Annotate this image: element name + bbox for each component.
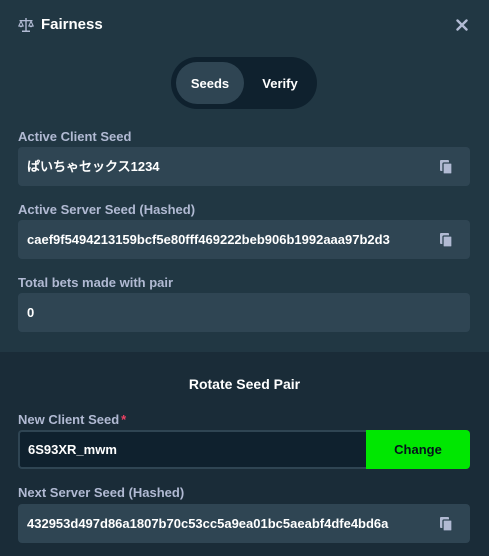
fairness-modal: Fairness Seeds Verify Active Client Seed…: [0, 0, 489, 556]
modal-header: Fairness: [0, 0, 489, 50]
rotate-seed-section: Rotate Seed Pair New Client Seed* Change…: [0, 352, 489, 556]
total-bets-field: 0: [18, 293, 470, 332]
required-marker: *: [121, 412, 127, 427]
scales-icon: [18, 18, 34, 32]
active-server-seed-value: caef9f5494213159bcf5e80fff469222beb906b1…: [27, 232, 390, 247]
active-server-seed-field[interactable]: caef9f5494213159bcf5e80fff469222beb906b1…: [18, 220, 470, 259]
new-client-seed-group: Change: [18, 430, 470, 469]
next-server-seed-field[interactable]: 432953d497d86a1807b70c53cc5a9ea01bc5aeab…: [18, 504, 470, 543]
modal-title: Fairness: [41, 16, 103, 33]
copy-icon[interactable]: [438, 516, 454, 532]
new-client-seed-label-text: New Client Seed: [18, 412, 120, 427]
active-client-seed-label: Active Client Seed: [18, 129, 132, 144]
active-server-seed-label: Active Server Seed (Hashed): [18, 202, 196, 217]
seed-verify-tabs: Seeds Verify: [171, 57, 317, 109]
tab-seeds[interactable]: Seeds: [176, 62, 244, 104]
total-bets-label: Total bets made with pair: [18, 275, 174, 290]
rotate-seed-title: Rotate Seed Pair: [188, 376, 301, 392]
copy-icon[interactable]: [438, 232, 454, 248]
new-client-seed-label: New Client Seed *: [18, 412, 126, 427]
total-bets-value: 0: [27, 305, 35, 320]
next-server-seed-value: 432953d497d86a1807b70c53cc5a9ea01bc5aeab…: [27, 516, 389, 531]
tab-verify[interactable]: Verify: [248, 62, 312, 104]
close-icon: [456, 19, 468, 31]
copy-icon[interactable]: [438, 159, 454, 175]
active-client-seed-field[interactable]: ぱいちゃセックス1234: [18, 147, 470, 186]
change-button[interactable]: Change: [366, 430, 470, 469]
next-server-seed-label: Next Server Seed (Hashed): [18, 485, 185, 500]
active-client-seed-value: ぱいちゃセックス1234: [27, 159, 160, 174]
new-client-seed-input[interactable]: [18, 430, 366, 469]
close-button[interactable]: [452, 15, 472, 35]
